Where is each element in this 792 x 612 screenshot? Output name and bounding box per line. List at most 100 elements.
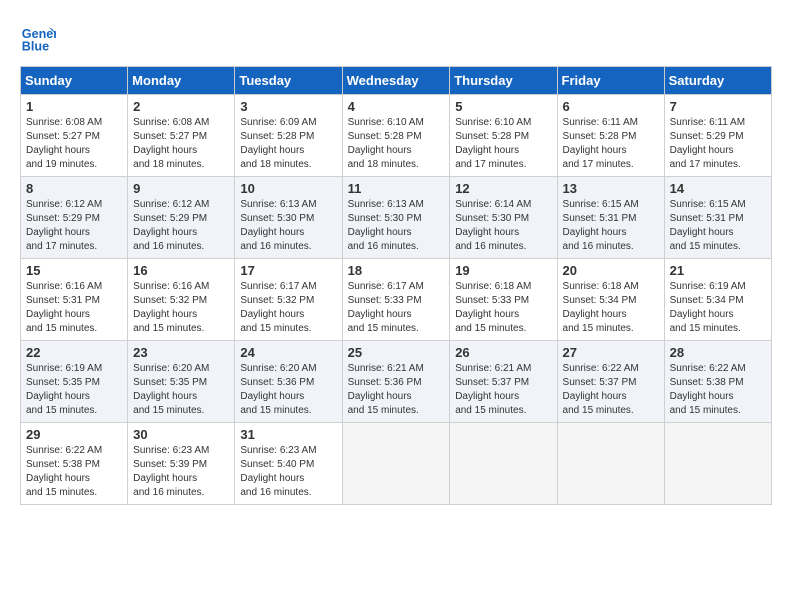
day-info: Sunrise: 6:15 AM Sunset: 5:31 PM Dayligh…	[563, 198, 659, 254]
calendar-cell: 8 Sunrise: 6:12 AM Sunset: 5:29 PM Dayli…	[21, 177, 128, 259]
day-number: 13	[563, 181, 659, 196]
day-info: Sunrise: 6:14 AM Sunset: 5:30 PM Dayligh…	[455, 198, 551, 254]
day-info: Sunrise: 6:22 AM Sunset: 5:38 PM Dayligh…	[670, 362, 766, 418]
day-number: 16	[133, 263, 229, 278]
logo: General Blue	[20, 20, 60, 56]
day-number: 7	[670, 99, 766, 114]
calendar-cell: 7 Sunrise: 6:11 AM Sunset: 5:29 PM Dayli…	[664, 95, 771, 177]
day-info: Sunrise: 6:19 AM Sunset: 5:35 PM Dayligh…	[26, 362, 122, 418]
header-thursday: Thursday	[450, 67, 557, 95]
day-info: Sunrise: 6:10 AM Sunset: 5:28 PM Dayligh…	[455, 116, 551, 172]
day-number: 15	[26, 263, 122, 278]
day-number: 12	[455, 181, 551, 196]
calendar-week-row: 1 Sunrise: 6:08 AM Sunset: 5:27 PM Dayli…	[21, 95, 772, 177]
calendar-cell: 11 Sunrise: 6:13 AM Sunset: 5:30 PM Dayl…	[342, 177, 450, 259]
day-number: 2	[133, 99, 229, 114]
day-info: Sunrise: 6:09 AM Sunset: 5:28 PM Dayligh…	[240, 116, 336, 172]
day-info: Sunrise: 6:19 AM Sunset: 5:34 PM Dayligh…	[670, 280, 766, 336]
calendar-cell: 5 Sunrise: 6:10 AM Sunset: 5:28 PM Dayli…	[450, 95, 557, 177]
day-info: Sunrise: 6:17 AM Sunset: 5:32 PM Dayligh…	[240, 280, 336, 336]
calendar-table: SundayMondayTuesdayWednesdayThursdayFrid…	[20, 66, 772, 505]
day-number: 20	[563, 263, 659, 278]
calendar-week-row: 15 Sunrise: 6:16 AM Sunset: 5:31 PM Dayl…	[21, 259, 772, 341]
header-wednesday: Wednesday	[342, 67, 450, 95]
calendar-cell: 4 Sunrise: 6:10 AM Sunset: 5:28 PM Dayli…	[342, 95, 450, 177]
header-friday: Friday	[557, 67, 664, 95]
day-number: 18	[348, 263, 445, 278]
page-header: General Blue	[20, 20, 772, 56]
calendar-cell: 31 Sunrise: 6:23 AM Sunset: 5:40 PM Dayl…	[235, 423, 342, 505]
calendar-cell: 22 Sunrise: 6:19 AM Sunset: 5:35 PM Dayl…	[21, 341, 128, 423]
day-number: 29	[26, 427, 122, 442]
calendar-cell: 15 Sunrise: 6:16 AM Sunset: 5:31 PM Dayl…	[21, 259, 128, 341]
logo-icon: General Blue	[20, 20, 56, 56]
calendar-cell: 17 Sunrise: 6:17 AM Sunset: 5:32 PM Dayl…	[235, 259, 342, 341]
day-number: 8	[26, 181, 122, 196]
day-number: 4	[348, 99, 445, 114]
header-monday: Monday	[128, 67, 235, 95]
day-number: 19	[455, 263, 551, 278]
day-info: Sunrise: 6:21 AM Sunset: 5:36 PM Dayligh…	[348, 362, 445, 418]
day-info: Sunrise: 6:20 AM Sunset: 5:36 PM Dayligh…	[240, 362, 336, 418]
day-number: 28	[670, 345, 766, 360]
calendar-cell: 13 Sunrise: 6:15 AM Sunset: 5:31 PM Dayl…	[557, 177, 664, 259]
calendar-cell: 28 Sunrise: 6:22 AM Sunset: 5:38 PM Dayl…	[664, 341, 771, 423]
calendar-cell	[557, 423, 664, 505]
calendar-cell: 25 Sunrise: 6:21 AM Sunset: 5:36 PM Dayl…	[342, 341, 450, 423]
day-info: Sunrise: 6:22 AM Sunset: 5:37 PM Dayligh…	[563, 362, 659, 418]
day-info: Sunrise: 6:21 AM Sunset: 5:37 PM Dayligh…	[455, 362, 551, 418]
calendar-week-row: 8 Sunrise: 6:12 AM Sunset: 5:29 PM Dayli…	[21, 177, 772, 259]
calendar-cell: 9 Sunrise: 6:12 AM Sunset: 5:29 PM Dayli…	[128, 177, 235, 259]
calendar-cell: 1 Sunrise: 6:08 AM Sunset: 5:27 PM Dayli…	[21, 95, 128, 177]
calendar-header-row: SundayMondayTuesdayWednesdayThursdayFrid…	[21, 67, 772, 95]
day-number: 14	[670, 181, 766, 196]
calendar-cell: 29 Sunrise: 6:22 AM Sunset: 5:38 PM Dayl…	[21, 423, 128, 505]
calendar-cell: 23 Sunrise: 6:20 AM Sunset: 5:35 PM Dayl…	[128, 341, 235, 423]
calendar-cell: 30 Sunrise: 6:23 AM Sunset: 5:39 PM Dayl…	[128, 423, 235, 505]
day-number: 24	[240, 345, 336, 360]
day-number: 17	[240, 263, 336, 278]
calendar-cell: 12 Sunrise: 6:14 AM Sunset: 5:30 PM Dayl…	[450, 177, 557, 259]
calendar-cell: 6 Sunrise: 6:11 AM Sunset: 5:28 PM Dayli…	[557, 95, 664, 177]
calendar-week-row: 29 Sunrise: 6:22 AM Sunset: 5:38 PM Dayl…	[21, 423, 772, 505]
day-number: 6	[563, 99, 659, 114]
day-info: Sunrise: 6:18 AM Sunset: 5:33 PM Dayligh…	[455, 280, 551, 336]
calendar-cell: 27 Sunrise: 6:22 AM Sunset: 5:37 PM Dayl…	[557, 341, 664, 423]
day-info: Sunrise: 6:08 AM Sunset: 5:27 PM Dayligh…	[26, 116, 122, 172]
day-number: 27	[563, 345, 659, 360]
calendar-cell: 24 Sunrise: 6:20 AM Sunset: 5:36 PM Dayl…	[235, 341, 342, 423]
calendar-cell: 14 Sunrise: 6:15 AM Sunset: 5:31 PM Dayl…	[664, 177, 771, 259]
day-info: Sunrise: 6:15 AM Sunset: 5:31 PM Dayligh…	[670, 198, 766, 254]
day-info: Sunrise: 6:12 AM Sunset: 5:29 PM Dayligh…	[26, 198, 122, 254]
day-info: Sunrise: 6:20 AM Sunset: 5:35 PM Dayligh…	[133, 362, 229, 418]
calendar-cell	[450, 423, 557, 505]
day-number: 10	[240, 181, 336, 196]
calendar-cell	[664, 423, 771, 505]
day-number: 21	[670, 263, 766, 278]
day-number: 1	[26, 99, 122, 114]
day-info: Sunrise: 6:23 AM Sunset: 5:40 PM Dayligh…	[240, 444, 336, 500]
header-tuesday: Tuesday	[235, 67, 342, 95]
day-number: 11	[348, 181, 445, 196]
svg-text:Blue: Blue	[22, 40, 49, 54]
day-info: Sunrise: 6:13 AM Sunset: 5:30 PM Dayligh…	[240, 198, 336, 254]
day-number: 22	[26, 345, 122, 360]
day-number: 9	[133, 181, 229, 196]
day-number: 26	[455, 345, 551, 360]
day-info: Sunrise: 6:22 AM Sunset: 5:38 PM Dayligh…	[26, 444, 122, 500]
day-info: Sunrise: 6:16 AM Sunset: 5:31 PM Dayligh…	[26, 280, 122, 336]
calendar-cell: 26 Sunrise: 6:21 AM Sunset: 5:37 PM Dayl…	[450, 341, 557, 423]
day-info: Sunrise: 6:10 AM Sunset: 5:28 PM Dayligh…	[348, 116, 445, 172]
calendar-cell: 10 Sunrise: 6:13 AM Sunset: 5:30 PM Dayl…	[235, 177, 342, 259]
calendar-week-row: 22 Sunrise: 6:19 AM Sunset: 5:35 PM Dayl…	[21, 341, 772, 423]
calendar-cell: 18 Sunrise: 6:17 AM Sunset: 5:33 PM Dayl…	[342, 259, 450, 341]
calendar-cell: 20 Sunrise: 6:18 AM Sunset: 5:34 PM Dayl…	[557, 259, 664, 341]
calendar-cell: 3 Sunrise: 6:09 AM Sunset: 5:28 PM Dayli…	[235, 95, 342, 177]
day-info: Sunrise: 6:17 AM Sunset: 5:33 PM Dayligh…	[348, 280, 445, 336]
day-info: Sunrise: 6:08 AM Sunset: 5:27 PM Dayligh…	[133, 116, 229, 172]
calendar-cell: 16 Sunrise: 6:16 AM Sunset: 5:32 PM Dayl…	[128, 259, 235, 341]
day-info: Sunrise: 6:18 AM Sunset: 5:34 PM Dayligh…	[563, 280, 659, 336]
day-number: 3	[240, 99, 336, 114]
day-number: 30	[133, 427, 229, 442]
calendar-cell: 21 Sunrise: 6:19 AM Sunset: 5:34 PM Dayl…	[664, 259, 771, 341]
